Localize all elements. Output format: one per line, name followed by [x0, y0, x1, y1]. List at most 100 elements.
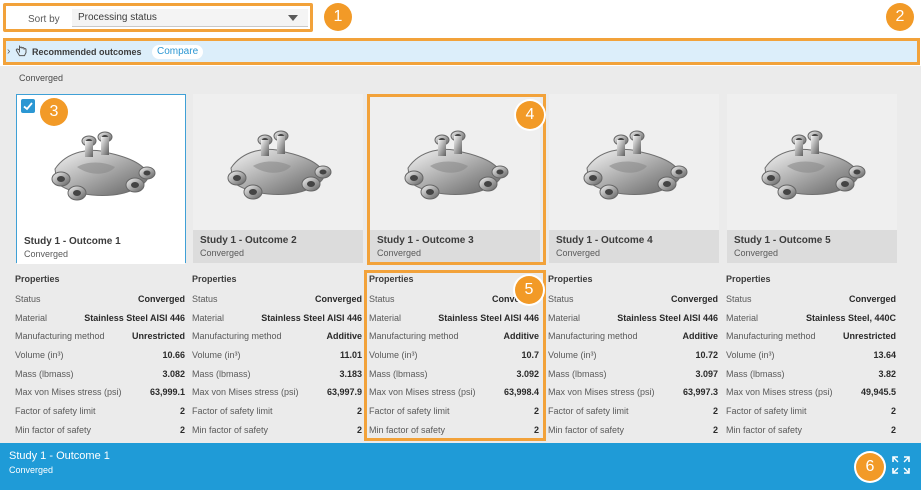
property-row: Material Stainless Steel AISI 446 — [192, 313, 362, 332]
property-label: Material — [15, 312, 48, 323]
card-caption: Study 1 - Outcome 1 Converged — [17, 231, 185, 264]
property-value: 3.097 — [695, 368, 718, 379]
selected-outcome-bar[interactable]: Study 1 - Outcome 1 Converged — [0, 443, 921, 490]
card-caption: Study 1 - Outcome 3 Converged — [370, 230, 540, 263]
property-row: Volume (in³) 10.72 — [548, 350, 718, 369]
card-title: Study 1 - Outcome 1 — [24, 236, 121, 247]
card-title: Study 1 - Outcome 4 — [556, 235, 653, 246]
property-label: Max von Mises stress (psi) — [369, 387, 476, 398]
property-label: Factor of safety limit — [192, 406, 273, 417]
property-label: Volume (in³) — [369, 350, 418, 361]
card-status: Converged — [24, 249, 69, 259]
bracket-part-icon — [370, 94, 540, 230]
property-value: 2 — [533, 406, 539, 417]
property-label: Manufacturing method — [369, 331, 459, 342]
property-label: Mass (lbmass) — [726, 368, 785, 379]
property-label: Status — [726, 294, 752, 304]
selected-outcome-status: Converged — [9, 465, 54, 475]
property-row: Status Converged — [192, 294, 362, 313]
property-row: Status Converged — [548, 294, 718, 313]
property-label: Mass (lbmass) — [192, 368, 251, 379]
property-label: Manufacturing method — [192, 331, 282, 342]
property-row: Max von Mises stress (psi) 63,997.3 — [548, 387, 718, 406]
sort-dropdown[interactable]: Processing status — [72, 9, 308, 27]
bracket-part-icon — [193, 94, 363, 230]
property-row: Mass (lbmass) 3.82 — [726, 369, 896, 388]
property-label: Status — [15, 294, 41, 304]
property-label: Mass (lbmass) — [548, 368, 607, 379]
outcome-card-4[interactable]: Study 1 - Outcome 4 Converged — [549, 94, 719, 263]
card-title: Study 1 - Outcome 5 — [734, 235, 831, 246]
property-label: Factor of safety limit — [726, 406, 807, 417]
properties-column-4: Properties Status Converged Material Stainle… — [548, 274, 718, 444]
property-value: Stainless Steel AISI 446 — [261, 312, 362, 323]
property-value: Stainless Steel AISI 446 — [84, 312, 185, 323]
property-label: Volume (in³) — [15, 350, 64, 361]
property-row: Min factor of safety 2 — [369, 425, 539, 444]
property-row: Max von Mises stress (psi) 49,945.5 — [726, 387, 896, 406]
compare-button[interactable]: Compare — [152, 45, 204, 59]
properties-header: Properties — [192, 274, 237, 284]
property-value: Stainless Steel AISI 446 — [438, 312, 539, 323]
property-value: 3.183 — [339, 368, 362, 379]
property-value: 49,945.5 — [860, 387, 896, 398]
property-row: Status Converged — [726, 294, 896, 313]
property-row: Mass (lbmass) 3.092 — [369, 369, 539, 388]
property-value: Converged — [848, 294, 896, 304]
card-status: Converged — [734, 248, 779, 258]
property-row: Mass (lbmass) 3.097 — [548, 369, 718, 388]
property-row: Factor of safety limit 2 — [548, 406, 718, 425]
checkmark-icon[interactable] — [21, 99, 35, 113]
property-label: Max von Mises stress (psi) — [15, 387, 122, 398]
recommended-outcomes-bar[interactable]: › Recommended outcomes Compare — [3, 38, 920, 65]
property-value: 3.082 — [162, 368, 185, 379]
expand-icon[interactable] — [891, 455, 911, 475]
property-value: 11.01 — [339, 350, 362, 361]
property-label: Material — [192, 312, 225, 323]
property-value: 63,998.4 — [503, 387, 539, 398]
chevron-right-icon[interactable]: › — [7, 46, 10, 57]
callout-1: 1 — [324, 3, 352, 31]
properties-column-5: Properties Status Converged Material Stainle… — [726, 274, 896, 444]
property-row: Material Stainless Steel, 440C — [726, 313, 896, 332]
recommended-outcomes-label: Recommended outcomes — [32, 47, 142, 57]
property-label: Factor of safety limit — [15, 406, 96, 417]
outcome-card-5[interactable]: Study 1 - Outcome 5 Converged — [727, 94, 897, 263]
card-caption: Study 1 - Outcome 5 Converged — [727, 230, 897, 263]
sort-label: Sort by — [28, 14, 60, 25]
property-value: Stainless Steel AISI 446 — [617, 312, 718, 323]
property-value: Unrestricted — [842, 331, 896, 342]
property-value: Unrestricted — [131, 331, 185, 342]
property-row: Manufacturing method Additive — [369, 331, 539, 350]
property-value: 63,999.1 — [149, 387, 185, 398]
property-label: Factor of safety limit — [369, 406, 450, 417]
callout-4: 4 — [516, 101, 544, 129]
property-label: Status — [192, 294, 218, 304]
property-label: Material — [548, 312, 581, 323]
property-value: 2 — [712, 424, 718, 435]
property-row: Manufacturing method Additive — [192, 331, 362, 350]
card-status: Converged — [556, 248, 601, 258]
outcome-card-3[interactable]: Study 1 - Outcome 3 Converged — [370, 94, 540, 263]
hand-pointer-icon — [15, 44, 28, 61]
property-row: Factor of safety limit 2 — [192, 406, 362, 425]
group-title: Converged — [19, 73, 64, 83]
bracket-part-icon — [549, 94, 719, 230]
card-caption: Study 1 - Outcome 4 Converged — [549, 230, 719, 263]
property-label: Min factor of safety — [726, 424, 803, 435]
property-label: Mass (lbmass) — [369, 368, 428, 379]
properties-column-2: Properties Status Converged Material Stainle… — [192, 274, 362, 444]
sort-control: Sort by Processing status — [3, 3, 313, 32]
property-value: 2 — [356, 424, 362, 435]
outcome-card-2[interactable]: Study 1 - Outcome 2 Converged — [193, 94, 363, 263]
property-value: 13.64 — [873, 350, 896, 361]
property-value: Converged — [670, 294, 718, 304]
property-label: Max von Mises stress (psi) — [548, 387, 655, 398]
property-label: Status — [548, 294, 574, 304]
property-label: Min factor of safety — [548, 424, 625, 435]
property-value: 10.66 — [162, 350, 185, 361]
card-title: Study 1 - Outcome 3 — [377, 235, 474, 246]
properties-header: Properties — [15, 274, 60, 284]
property-label: Volume (in³) — [548, 350, 597, 361]
property-value: 63,997.9 — [326, 387, 362, 398]
